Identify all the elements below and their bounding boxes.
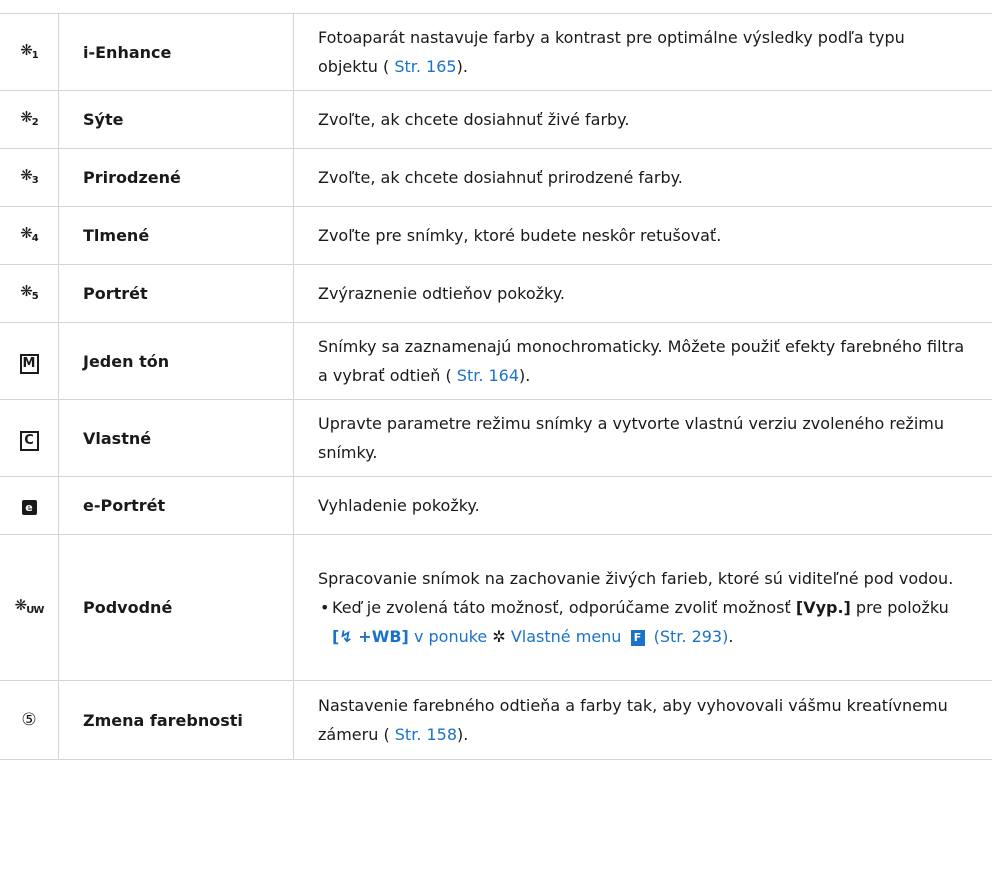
- table-row: ❋UW Podvodné Spracovanie snímok na zacho…: [0, 534, 992, 681]
- icon-cell: e: [0, 476, 59, 535]
- icon-cell: ❋2: [0, 90, 59, 149]
- mode-description: Zvýraznenie odtieňov pokožky.: [318, 284, 565, 303]
- page-link[interactable]: Str. 164: [452, 366, 519, 385]
- page-link[interactable]: (Str. 293): [649, 627, 729, 646]
- e-portrait-icon: e: [21, 500, 37, 515]
- custom-menu-link[interactable]: Vlastné menu: [506, 627, 627, 646]
- mode-name: Sýte: [58, 90, 294, 149]
- mode-name: Podvodné: [58, 534, 294, 681]
- mode-name: Prirodzené: [58, 148, 294, 207]
- table-row: ❋5 Portrét Zvýraznenie odtieňov pokožky.: [0, 264, 992, 323]
- table-row: C Vlastné Upravte parametre režimu snímk…: [0, 399, 992, 477]
- mode-description: Zvoľte, ak chcete dosiahnuť prirodzené f…: [318, 168, 683, 187]
- table-row: ❋4 Tlmené Zvoľte pre snímky, ktoré budet…: [0, 206, 992, 265]
- mode-name: e-Portrét: [58, 476, 294, 535]
- list-item: Keď je zvolená táto možnosť, odporúčame …: [320, 593, 968, 651]
- table-row: ⑤ Zmena farebnosti Nastavenie farebného …: [0, 680, 992, 760]
- mode-name: Vlastné: [58, 399, 294, 477]
- underwater-icon: ❋UW: [14, 596, 45, 616]
- icon-cell: C: [0, 399, 59, 477]
- icon-cell: ⑤: [0, 680, 59, 760]
- mode-description: Nastavenie farebného odtieňa a farby tak…: [318, 696, 948, 744]
- note-list: Keď je zvolená táto možnosť, odporúčame …: [318, 593, 968, 651]
- icon-cell: ❋3: [0, 148, 59, 207]
- mode-description: Vyhladenie pokožky.: [318, 496, 480, 515]
- art-5-icon: ❋5: [20, 282, 39, 302]
- gear-icon: ✲: [492, 627, 506, 646]
- description-text: Spracovanie snímok na zachovanie živých …: [318, 569, 954, 588]
- table-row: e e-Portrét Vyhladenie pokožky.: [0, 476, 992, 535]
- menu-link[interactable]: v ponuke: [409, 627, 493, 646]
- page-link[interactable]: Str. 165: [389, 57, 456, 76]
- art-2-icon: ❋2: [20, 108, 39, 128]
- monotone-icon: M: [19, 353, 39, 374]
- icon-cell: ❋1: [0, 13, 59, 91]
- icon-cell: M: [0, 322, 59, 400]
- flash-icon: ↯: [339, 627, 353, 646]
- picture-mode-table: ❋1 i-Enhance Fotoaparát nastavuje farby …: [0, 13, 992, 760]
- mode-name: Tlmené: [58, 206, 294, 265]
- art-3-icon: ❋3: [20, 166, 39, 186]
- icon-cell: ❋4: [0, 206, 59, 265]
- icon-cell: ❋5: [0, 264, 59, 323]
- mode-description: Spracovanie snímok na zachovanie živých …: [294, 535, 992, 681]
- mode-name: Portrét: [58, 264, 294, 323]
- art-4-icon: ❋4: [20, 224, 39, 244]
- mode-name: Zmena farebnosti: [58, 680, 294, 760]
- table-row: ❋1 i-Enhance Fotoaparát nastavuje farby …: [0, 13, 992, 91]
- art-1-icon: ❋1: [20, 40, 39, 61]
- f-tab-icon: F: [630, 630, 645, 646]
- mode-name: i-Enhance: [58, 13, 294, 91]
- mode-description: Upravte parametre režimu snímky a vytvor…: [318, 414, 944, 462]
- custom-icon: C: [19, 430, 39, 451]
- page-link[interactable]: Str. 158: [390, 725, 457, 744]
- color-creator-icon: ⑤: [21, 710, 37, 730]
- mode-description: Fotoaparát nastavuje farby a kontrast pr…: [318, 28, 905, 76]
- icon-cell: ❋UW: [0, 534, 59, 681]
- table-row: M Jeden tón Snímky sa zaznamenajú monoch…: [0, 322, 992, 400]
- mode-description: Snímky sa zaznamenajú monochromaticky. M…: [318, 337, 965, 385]
- mode-description: Zvoľte pre snímky, ktoré budete neskôr r…: [318, 226, 722, 245]
- mode-description: Zvoľte, ak chcete dosiahnuť živé farby.: [318, 110, 630, 129]
- table-row: ❋2 Sýte Zvoľte, ak chcete dosiahnuť živé…: [0, 90, 992, 149]
- table-row: ❋3 Prirodzené Zvoľte, ak chcete dosiahnu…: [0, 148, 992, 207]
- mode-name: Jeden tón: [58, 322, 294, 400]
